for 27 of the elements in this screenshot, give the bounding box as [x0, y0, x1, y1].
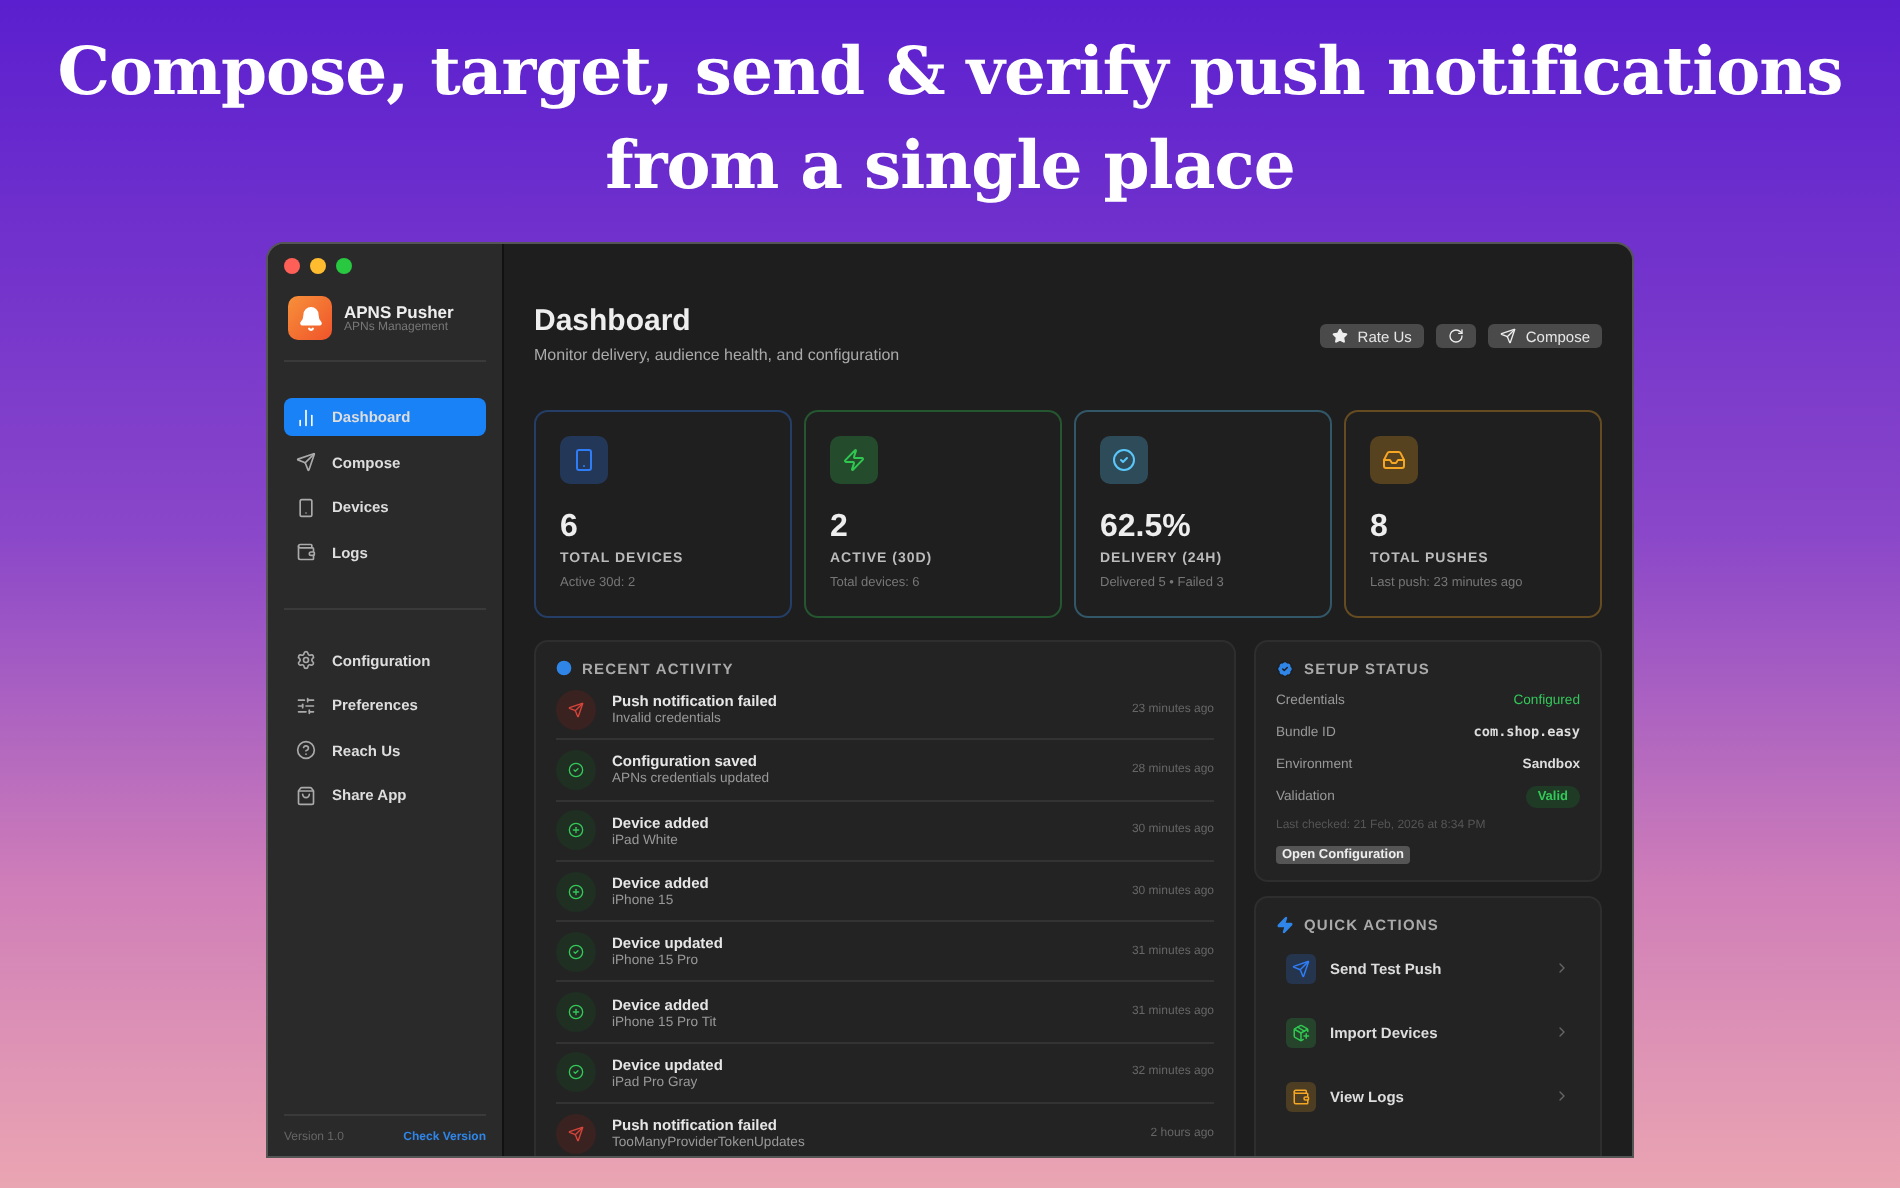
plus-icon: [556, 810, 596, 851]
stat-value: 2: [830, 510, 850, 546]
star-icon: [1331, 328, 1348, 344]
bell-icon: [288, 296, 332, 340]
check-icon: [556, 749, 596, 790]
plus-icon: [556, 992, 596, 1033]
check-icon: [556, 931, 596, 972]
page-title: Dashboard: [534, 304, 693, 340]
app-name: APNS Pusher: [344, 302, 454, 322]
chevron-icon: [1554, 1088, 1570, 1104]
page-subtitle: Monitor delivery, audience health, and configuration: [534, 346, 900, 364]
stat-value: 62.5%: [1100, 510, 1193, 546]
lightning-icon: [1276, 915, 1294, 933]
chevron-icon: [1554, 960, 1570, 976]
send-icon: [556, 689, 596, 730]
badge-check-icon: [1276, 659, 1294, 677]
send-icon: [556, 1113, 596, 1154]
send-icon: [1499, 328, 1516, 344]
refresh-button[interactable]: [1435, 324, 1476, 348]
chevron-icon: [1554, 1024, 1570, 1040]
headline: Compose, target, send & verify push notifications: [57, 30, 1843, 114]
refresh-icon: [1447, 328, 1464, 344]
headline: from a single place: [605, 124, 1295, 208]
stat-value: 6: [560, 510, 580, 546]
check-icon: [556, 1052, 596, 1093]
plus-icon: [556, 871, 596, 912]
stat-value: 8: [1370, 510, 1390, 546]
